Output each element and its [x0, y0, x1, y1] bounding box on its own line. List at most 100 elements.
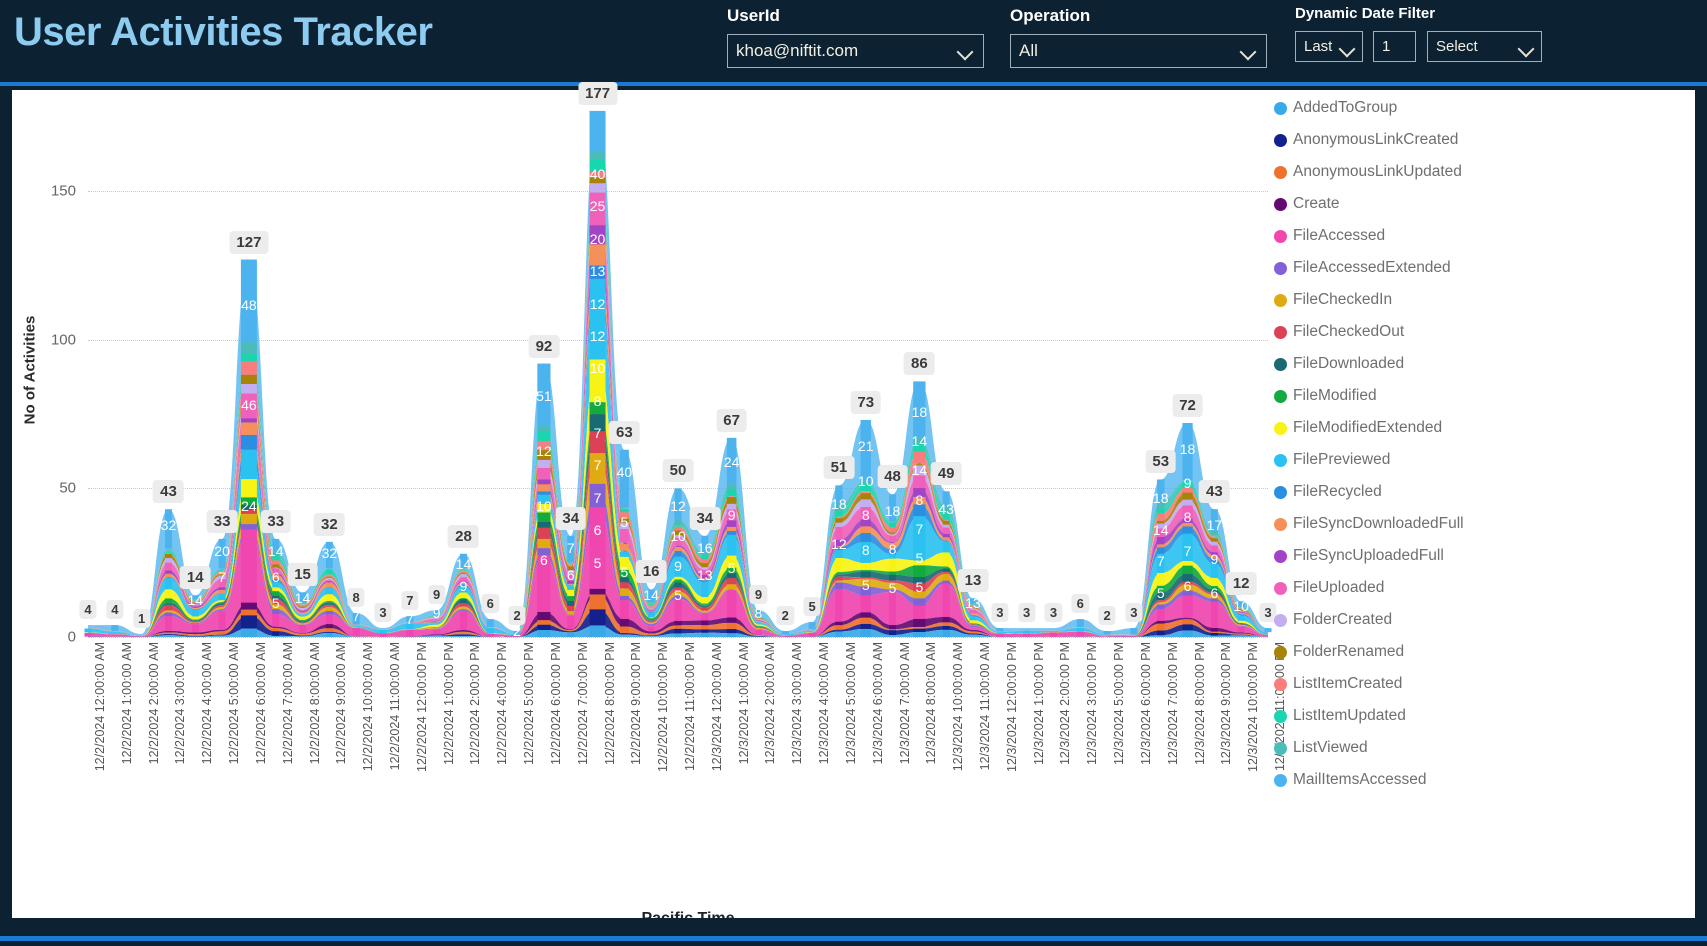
- area-column-segment: [889, 582, 897, 590]
- legend-item-fileaccessedextended[interactable]: FileAccessedExtended: [1274, 258, 1451, 278]
- area-column-segment: [1210, 632, 1218, 636]
- area-column-segment: [459, 603, 467, 607]
- total-callout: 73: [850, 391, 882, 415]
- area-column-segment: [942, 626, 950, 630]
- area-column-segment: [835, 621, 843, 626]
- y-axis-tick: 150: [50, 182, 76, 200]
- total-callout: 67: [716, 408, 747, 432]
- area-column-segment: [218, 589, 226, 594]
- total-callout: 7: [401, 591, 419, 611]
- area-column-segment: [1182, 574, 1193, 582]
- total-callout: 1: [133, 609, 151, 629]
- area-column-segment: [674, 587, 682, 592]
- legend-item-anonymouslinkcreated[interactable]: AnonymousLinkCreated: [1274, 130, 1458, 150]
- area-column-segment: [272, 538, 280, 551]
- area-column-segment: [647, 613, 655, 618]
- date-filter-unit-select[interactable]: Select: [1427, 31, 1542, 62]
- area-column-segment: [537, 503, 551, 513]
- x-axis-tick: 12/2/2024 8:00:00 AM: [307, 642, 322, 765]
- legend-color-swatch-icon: [1274, 485, 1287, 499]
- legend-item-filesyncdownloadedfull[interactable]: FileSyncDownloadedFull: [1274, 514, 1464, 534]
- area-column-segment: [272, 599, 280, 605]
- area-column-segment: [726, 520, 737, 527]
- legend-item-fileaccessed[interactable]: FileAccessed: [1274, 226, 1385, 246]
- legend-item-listitemcreated[interactable]: ListItemCreated: [1274, 674, 1402, 694]
- area-column-segment: [1182, 624, 1193, 631]
- area-column-segment: [567, 615, 575, 630]
- legend-item-filecheckedout[interactable]: FileCheckedOut: [1274, 322, 1404, 342]
- operation-filter-value: All: [1019, 41, 1038, 60]
- x-axis-tick: 12/3/2024 8:00:00 PM: [1192, 642, 1207, 766]
- legend-item-folderrenamed[interactable]: FolderRenamed: [1274, 642, 1404, 662]
- area-column-segment: [835, 625, 843, 630]
- area-column-segment: [164, 509, 172, 549]
- legend-item-create[interactable]: Create: [1274, 194, 1340, 214]
- legend-item-filemodifiedextended[interactable]: FileModifiedExtended: [1274, 418, 1442, 438]
- userid-filter-value: khoa@niftit.com: [736, 41, 859, 60]
- operation-filter-select[interactable]: All: [1010, 34, 1267, 68]
- legend-color-swatch-icon: [1274, 613, 1287, 627]
- total-callout: 14: [179, 566, 211, 590]
- legend-item-filerecycled[interactable]: FileRecycled: [1274, 482, 1382, 502]
- legend-item-addedtogroup[interactable]: AddedToGroup: [1274, 98, 1397, 118]
- userid-filter-select[interactable]: khoa@niftit.com: [727, 34, 984, 68]
- area-column-segment: [299, 616, 307, 620]
- legend-item-listviewed[interactable]: ListViewed: [1274, 738, 1368, 758]
- area-column-segment: [537, 431, 551, 441]
- x-axis-tick: 12/2/2024 3:00:00 AM: [173, 642, 188, 765]
- x-axis-tick: 12/3/2024 8:00:00 AM: [924, 642, 939, 765]
- area-column-segment: [860, 493, 871, 500]
- area-column-segment: [589, 177, 606, 184]
- legend-item-anonymouslinkupdated[interactable]: AnonymousLinkUpdated: [1274, 162, 1462, 182]
- total-callout: 28: [448, 524, 479, 548]
- area-column-segment: [860, 483, 871, 492]
- area-column-segment: [589, 159, 606, 172]
- y-axis-title: No of Activities: [21, 315, 39, 425]
- date-filter-mode-select[interactable]: Last: [1295, 31, 1363, 62]
- total-callout: 53: [1145, 450, 1177, 474]
- legend-item-mailitemsaccessed[interactable]: MailItemsAccessed: [1274, 770, 1427, 790]
- legend-item-filesyncuploadedfull[interactable]: FileSyncUploadedFull: [1274, 546, 1444, 566]
- legend-item-listitemupdated[interactable]: ListItemUpdated: [1274, 706, 1406, 726]
- area-column-segment: [754, 630, 762, 635]
- area-column-segment: [860, 519, 871, 527]
- legend-item-label: FileModified: [1293, 387, 1377, 404]
- area-column-segment: [164, 616, 172, 631]
- total-callout: 49: [930, 462, 962, 486]
- area-column-segment: [589, 225, 606, 245]
- area-column-segment: [942, 580, 950, 584]
- legend-item-foldercreated[interactable]: FolderCreated: [1274, 610, 1392, 630]
- area-column-segment: [1182, 423, 1193, 481]
- legend-color-swatch-icon: [1274, 773, 1287, 787]
- x-axis-tick: 12/2/2024 2:00:00 AM: [146, 642, 161, 765]
- area-column-segment: [164, 577, 172, 590]
- total-callout: 34: [689, 506, 721, 530]
- legend-item-filemodified[interactable]: FileModified: [1274, 386, 1377, 406]
- area-column-segment: [272, 574, 280, 580]
- area-column-segment: [486, 628, 494, 634]
- area-column-segment: [1210, 558, 1218, 564]
- x-axis-tick: 12/2/2024 4:00:00 AM: [200, 642, 215, 765]
- area-column-segment: [240, 479, 257, 498]
- legend-item-filepreviewed[interactable]: FilePreviewed: [1274, 450, 1390, 470]
- y-axis-tick: 0: [67, 628, 76, 646]
- legend-color-swatch-icon: [1274, 709, 1287, 723]
- area-column-segment: [913, 560, 926, 566]
- legend-item-label: FileSyncDownloadedFull: [1293, 515, 1464, 532]
- area-column-segment: [889, 571, 897, 575]
- area-column-segment: [218, 579, 226, 588]
- legend-item-filecheckedin[interactable]: FileCheckedIn: [1274, 290, 1392, 310]
- total-callout: 50: [662, 459, 694, 483]
- stacked-area-series: [84, 110, 1272, 637]
- area-column-segment: [1156, 604, 1165, 609]
- area-column-segment: [674, 530, 682, 535]
- area-column-segment: [325, 632, 333, 637]
- area-column-segment: [272, 560, 280, 565]
- area-column-segment: [889, 630, 897, 636]
- area-column-segment: [1237, 601, 1245, 607]
- total-callout: 43: [1199, 480, 1230, 504]
- legend-item-fileuploaded[interactable]: FileUploaded: [1274, 578, 1384, 598]
- date-filter-unit-value: Select: [1436, 38, 1478, 55]
- legend-item-filedownloaded[interactable]: FileDownloaded: [1274, 354, 1404, 374]
- date-filter-amount-input[interactable]: 1: [1373, 31, 1416, 62]
